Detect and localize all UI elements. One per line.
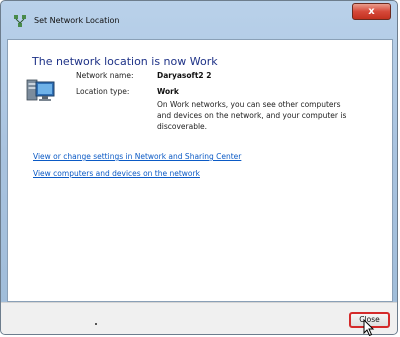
- network-sharing-center-link[interactable]: View or change settings in Network and S…: [33, 152, 241, 161]
- location-description: On Work networks, you can see other comp…: [157, 100, 347, 131]
- content-pane: The network location is now Work Network…: [7, 39, 393, 302]
- view-computers-link[interactable]: View computers and devices on the networ…: [33, 169, 200, 178]
- location-type-value: Work: [157, 87, 179, 96]
- window-title: Set Network Location: [34, 16, 120, 25]
- title-bar[interactable]: Set Network Location x: [1, 1, 397, 39]
- mouse-pointer-icon: [363, 319, 375, 337]
- dialog-footer: Close: [1, 302, 397, 334]
- work-network-monitor-icon: [26, 79, 55, 101]
- network-name-label: Network name:: [76, 71, 134, 80]
- page-title: The network location is now Work: [32, 55, 218, 68]
- location-type-label: Location type:: [76, 87, 130, 96]
- network-name-value: Daryasoft2 2: [157, 71, 212, 80]
- network-icon: [14, 15, 26, 27]
- window-close-button[interactable]: x: [352, 3, 391, 20]
- footer-dot: [95, 323, 97, 325]
- dialog-window: Set Network Location x The network locat…: [0, 0, 398, 335]
